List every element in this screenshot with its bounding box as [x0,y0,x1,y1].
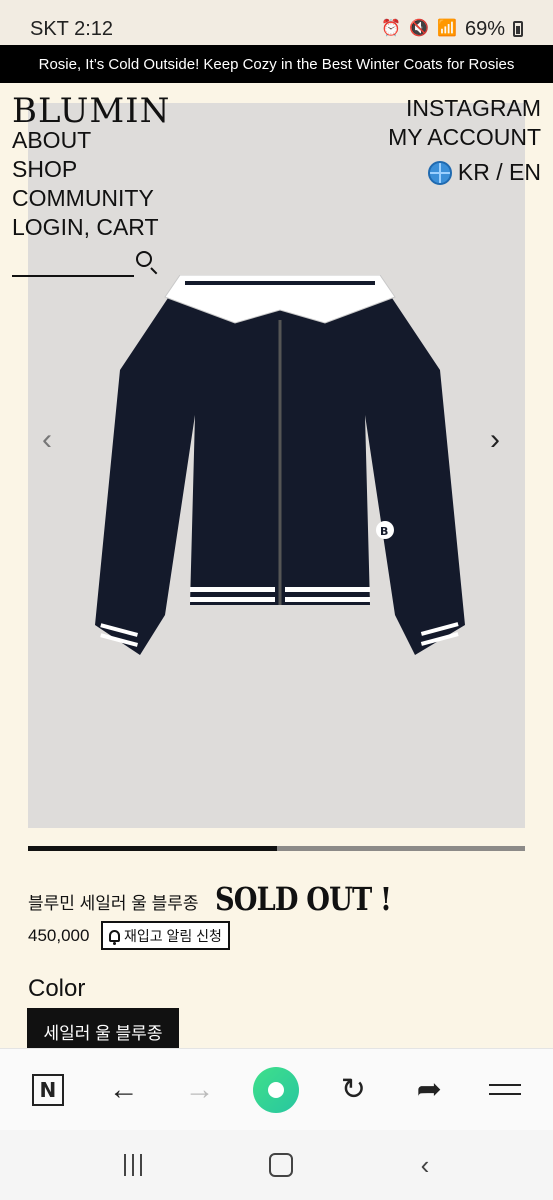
prev-image-chevron-icon[interactable]: ‹ [42,423,52,457]
system-back-icon[interactable]: ‹ [421,1150,430,1181]
nav-community[interactable]: COMMUNITY [12,184,159,213]
nav-right: INSTAGRAM MY ACCOUNT [388,94,541,152]
product-price: 450,000 [28,926,90,945]
color-label: Color [28,975,86,1002]
wifi-icon: 📶 [437,20,457,37]
search-icon[interactable] [136,251,152,267]
svg-text:B: B [380,525,388,538]
search-bar[interactable] [12,247,157,277]
promo-banner[interactable]: Rosie, It’s Cold Outside! Keep Cozy in t… [0,45,553,83]
language-label: KR / EN [457,159,541,185]
battery-icon [513,21,523,37]
product-image-jacket: B [95,275,465,655]
nav-my-account[interactable]: MY ACCOUNT [388,123,541,152]
green-dot-button[interactable] [253,1066,300,1113]
menu-icon [488,1084,521,1095]
color-option-button[interactable]: 세일러 울 블루종 [27,1008,179,1048]
browser-toolbar: N ← → ↻ ➦ [0,1048,553,1130]
naver-home-button[interactable]: N [26,1068,70,1112]
carrier-time: SKT 2:12 [30,17,114,40]
nav-instagram[interactable]: INSTAGRAM [406,94,541,123]
alarm-icon: ⏰ [381,20,402,37]
gallery-progress-fill [28,846,277,851]
restock-alert-label: 재입고 알림 신청 [124,927,222,944]
home-icon[interactable] [269,1153,294,1177]
share-icon[interactable]: ➦ [407,1068,451,1112]
mute-icon: 🔇 [409,20,430,37]
reload-icon[interactable]: ↻ [331,1068,375,1112]
product-name: 블루민 세일러 울 블루종 [28,894,199,913]
sold-out-label: SOLD OUT ! [215,880,392,918]
forward-arrow-icon[interactable]: → [178,1068,222,1112]
menu-button[interactable] [483,1068,527,1112]
next-image-chevron-icon[interactable]: › [490,423,500,457]
battery-percent: 69% [464,17,505,40]
nav-about[interactable]: ABOUT [12,126,159,155]
nav-login-cart[interactable]: LOGIN, CART [12,213,159,242]
search-input[interactable] [12,275,134,277]
nav-left: ABOUT SHOP COMMUNITY LOGIN, CART [12,126,159,242]
promo-text: Rosie, It’s Cold Outside! Keep Cozy in t… [38,55,515,73]
back-arrow-icon[interactable]: ← [102,1068,146,1112]
language-switch[interactable]: KR / EN [427,159,541,186]
restock-alert-button[interactable]: 재입고 알림 신청 [101,921,230,950]
green-dot-icon [268,1081,285,1098]
brand-logo[interactable]: BLUMIN [12,91,170,131]
recents-icon[interactable] [123,1154,142,1176]
bell-icon [109,929,120,945]
naver-icon: N [31,1073,64,1106]
gallery-progress-bar [28,846,525,851]
system-nav-bar: ‹ [0,1130,553,1200]
status-icons: ⏰ 🔇 📶 69% [381,18,523,41]
nav-shop[interactable]: SHOP [12,155,159,184]
globe-icon [427,160,452,185]
color-option-label: 세일러 울 블루종 [43,1023,163,1043]
product-page: B ‹ › BLUMIN ABOUT SHOP COMMUNITY LOGIN,… [0,83,553,1048]
